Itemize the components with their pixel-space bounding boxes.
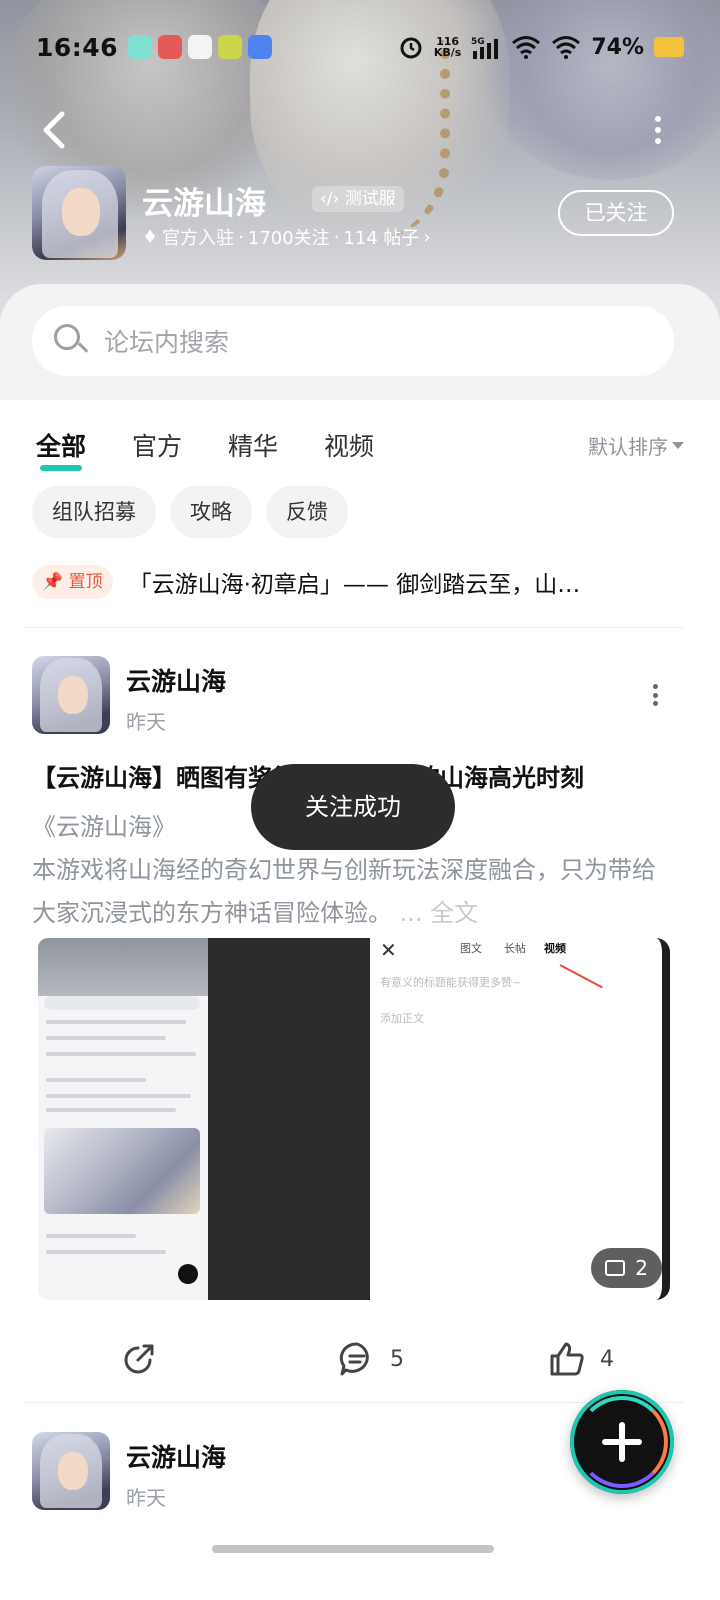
- app-notification-icon: [248, 35, 273, 59]
- app-notification-icon: [158, 35, 183, 59]
- app-notification-icon: [188, 35, 213, 59]
- alarm-icon: [400, 37, 422, 59]
- wifi-icon: [552, 36, 581, 59]
- chip-feedback[interactable]: 反馈: [266, 486, 348, 538]
- share-icon: [124, 1344, 154, 1374]
- forum-header: 云游山海 ‹/› 测试服 ♦ 官方入驻 · 1700关注 · 114 帖子 › …: [32, 166, 692, 260]
- more-options-button[interactable]: [652, 116, 664, 144]
- full-text-link[interactable]: 全文: [430, 899, 478, 927]
- search-icon: [54, 324, 89, 358]
- pin-icon: 📌: [42, 572, 64, 592]
- more-vertical-icon: [655, 116, 661, 122]
- app-notification-icon: [128, 35, 153, 59]
- tab-bar: 全部 官方 精华 视频 默认排序: [36, 420, 684, 471]
- forum-avatar[interactable]: [32, 166, 126, 260]
- topic-chips: 组队招募 攻略 反馈: [32, 486, 348, 538]
- network-type: 5G: [471, 37, 485, 47]
- post-more-button[interactable]: [650, 684, 660, 706]
- battery-percent: 74%: [591, 34, 644, 60]
- caret-down-icon: [672, 441, 684, 449]
- pinned-badge: 📌 置顶: [32, 565, 113, 599]
- app-notification-icon: [218, 35, 243, 59]
- official-label: 官方入驻: [162, 228, 235, 249]
- post-time: 昨天: [126, 710, 166, 734]
- divider: [24, 627, 684, 628]
- chip-guide[interactable]: 攻略: [170, 486, 252, 538]
- avatar[interactable]: [32, 1432, 110, 1510]
- battery-icon: [654, 37, 684, 57]
- tab-featured[interactable]: 精华: [228, 427, 278, 463]
- more-vertical-icon: [652, 684, 658, 689]
- posts-count: 114 帖子: [343, 228, 420, 249]
- back-button[interactable]: [36, 110, 76, 150]
- like-button[interactable]: 4: [548, 1340, 614, 1378]
- tab-all[interactable]: 全部: [36, 427, 86, 471]
- sort-dropdown[interactable]: 默认排序: [588, 431, 684, 460]
- search-input[interactable]: 论坛内搜索: [32, 306, 674, 376]
- status-bar: 16:46 116 KB/s 5G 74%: [0, 24, 720, 70]
- toast-message: 关注成功: [251, 764, 455, 850]
- post-image[interactable]: ✕ 图文 长帖 视频 有意义的标题能获得更多赞~ 添加正文: [370, 938, 670, 1300]
- followers-count: 1700关注: [247, 228, 330, 249]
- post-author[interactable]: 云游山海: [126, 1438, 226, 1474]
- forum-title: 云游山海: [142, 186, 266, 222]
- divider: [24, 1402, 684, 1403]
- home-indicator[interactable]: [212, 1545, 494, 1553]
- image-count-badge: 2: [591, 1248, 662, 1288]
- signal-icon: 5G: [471, 37, 499, 59]
- chevron-left-icon: [43, 111, 65, 149]
- code-icon: ‹/›: [320, 189, 340, 209]
- tab-video[interactable]: 视频: [324, 427, 374, 463]
- diamond-icon: ♦: [142, 226, 159, 248]
- post-image[interactable]: [38, 938, 208, 1300]
- wifi-icon: [512, 36, 541, 59]
- comment-icon: [339, 1342, 369, 1376]
- pinned-post[interactable]: 📌 置顶 「云游山海·初章启」—— 御剑踏云至，山…: [32, 564, 682, 600]
- image-icon: [605, 1260, 626, 1276]
- post-author[interactable]: 云游山海: [126, 662, 226, 698]
- arrow-annotation: [559, 964, 603, 989]
- like-count: 4: [600, 1346, 614, 1372]
- share-button[interactable]: [120, 1340, 158, 1378]
- tab-official[interactable]: 官方: [132, 427, 182, 463]
- avatar[interactable]: [32, 656, 110, 734]
- comment-button[interactable]: 5: [338, 1340, 404, 1378]
- notification-icons: [128, 35, 273, 59]
- follow-button[interactable]: 已关注: [558, 190, 674, 236]
- chevron-right-icon: ›: [423, 226, 431, 248]
- close-icon: ✕: [380, 938, 397, 962]
- post-time: 昨天: [126, 1486, 166, 1510]
- post-image-gallery[interactable]: ✕ 图文 长帖 视频 有意义的标题能获得更多赞~ 添加正文 2: [38, 938, 678, 1300]
- thumbs-up-icon: [550, 1342, 584, 1376]
- search-placeholder: 论坛内搜索: [104, 328, 230, 357]
- test-server-badge: ‹/› 测试服: [312, 186, 404, 212]
- comment-count: 5: [390, 1346, 404, 1372]
- create-post-button[interactable]: [570, 1390, 674, 1494]
- network-speed: 116 KB/s: [433, 35, 462, 59]
- forum-stats[interactable]: ♦ 官方入驻 · 1700关注 · 114 帖子 ›: [142, 224, 431, 250]
- post-actions: 5 4: [0, 1332, 720, 1392]
- status-time: 16:46: [36, 32, 119, 62]
- chip-team-recruit[interactable]: 组队招募: [32, 486, 156, 538]
- pinned-title: 「云游山海·初章启」—— 御剑踏云至，山…: [128, 572, 581, 598]
